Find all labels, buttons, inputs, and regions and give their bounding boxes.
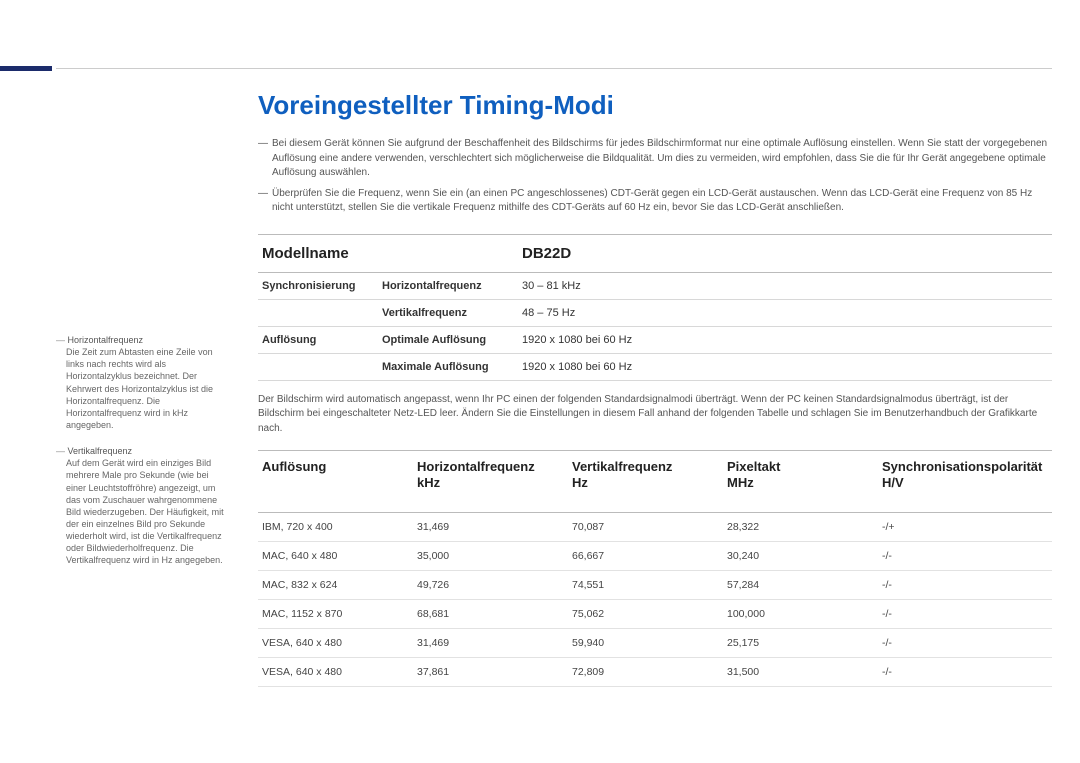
table-row: Maximale Auflösung 1920 x 1080 bei 60 Hz bbox=[258, 353, 1052, 380]
note-text: Überprüfen Sie die Frequenz, wenn Sie ei… bbox=[272, 187, 1052, 216]
table-row: MAC, 832 x 62449,72674,55157,284-/- bbox=[258, 570, 1052, 599]
col-header: SynchronisationspolaritätH/V bbox=[878, 451, 1052, 513]
specs-header-label: Modellname bbox=[258, 234, 518, 272]
notes-block: ―Bei diesem Gerät können Sie aufgrund de… bbox=[258, 137, 1052, 216]
accent-bar bbox=[0, 66, 52, 71]
table-row: IBM, 720 x 40031,46970,08728,322-/+ bbox=[258, 512, 1052, 541]
table-row: Vertikalfrequenz 48 – 75 Hz bbox=[258, 299, 1052, 326]
table-row: Synchronisierung Horizontalfrequenz 30 –… bbox=[258, 272, 1052, 299]
note-text: Bei diesem Gerät können Sie aufgrund der… bbox=[272, 137, 1052, 181]
table-row: Auflösung Optimale Auflösung 1920 x 1080… bbox=[258, 326, 1052, 353]
top-rule bbox=[56, 68, 1052, 69]
col-header: VertikalfrequenzHz bbox=[568, 451, 723, 513]
table-row: MAC, 640 x 48035,00066,66730,240-/- bbox=[258, 541, 1052, 570]
specs-header-value: DB22D bbox=[518, 234, 1052, 272]
col-header: Auflösung bbox=[258, 451, 413, 513]
table-row: VESA, 640 x 48031,46959,94025,175-/- bbox=[258, 628, 1052, 657]
table-row: MAC, 1152 x 87068,68175,062100,000-/- bbox=[258, 599, 1052, 628]
col-header: HorizontalfrequenzkHz bbox=[413, 451, 568, 513]
page-title: Voreingestellter Timing-Modi bbox=[258, 90, 1052, 121]
timing-table: Auflösung HorizontalfrequenzkHz Vertikal… bbox=[258, 450, 1052, 687]
table-row: VESA, 640 x 48037,86172,80931,500-/- bbox=[258, 657, 1052, 686]
mid-paragraph: Der Bildschirm wird automatisch angepass… bbox=[258, 393, 1052, 437]
specs-table: Modellname DB22D Synchronisierung Horizo… bbox=[258, 234, 1052, 381]
col-header: PixeltaktMHz bbox=[723, 451, 878, 513]
